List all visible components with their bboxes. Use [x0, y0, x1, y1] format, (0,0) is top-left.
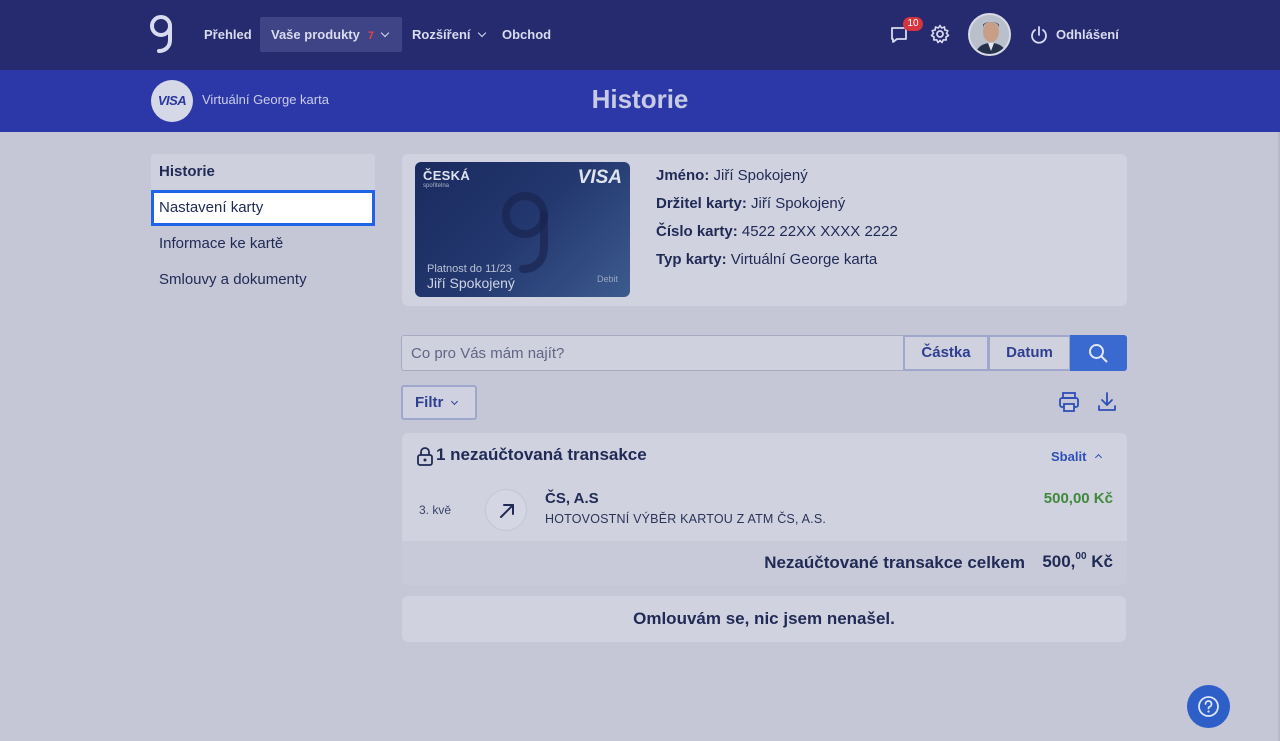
chevron-down-icon [451, 397, 459, 406]
info-number-label: Číslo karty: [656, 223, 738, 240]
info-type: Typ karty: Virtuální George karta [656, 251, 877, 268]
pending-total-currency: Kč [1086, 552, 1113, 571]
user-avatar-icon [970, 15, 1009, 54]
card-holder-name: Jiří Spokojený [427, 275, 515, 291]
search-input[interactable] [401, 335, 904, 371]
transaction-amount: 500,00 Kč [1043, 490, 1113, 507]
arrow-up-right-icon [500, 504, 514, 518]
sidebar-item-nastaveni-karty[interactable]: Nastavení karty [151, 190, 375, 226]
pending-total-row: Nezaúčtované transakce celkem 500,00 Kč [402, 541, 1127, 585]
collapse-button[interactable]: Sbalit [1051, 449, 1103, 464]
transaction-date: 3. kvě [419, 503, 452, 517]
help-button[interactable] [1187, 685, 1230, 728]
help-icon [1198, 696, 1219, 717]
card-bank-name: ČESKÁ [423, 168, 471, 183]
user-avatar[interactable] [968, 13, 1011, 56]
info-holder-value: Jiří Spokojený [751, 195, 846, 212]
pending-transactions-title: 1 nezaúčtovaná transakce [436, 445, 647, 464]
nav-obchod[interactable]: Obchod [502, 17, 551, 52]
search-icon [1089, 344, 1108, 363]
card-network-logo: VISA [577, 167, 622, 188]
print-icon[interactable] [1058, 391, 1080, 413]
chevron-down-icon [380, 28, 390, 38]
power-icon[interactable] [1030, 26, 1048, 44]
nav-prehled[interactable]: Přehled [204, 17, 252, 52]
nav-rozsireni[interactable]: Rozšíření [412, 17, 486, 52]
products-count-badge: 7 [367, 30, 374, 42]
card-info-panel: ČESKÁ spořitelna VISA Platnost do 11/23 … [402, 154, 1127, 306]
info-type-label: Typ karty: [656, 251, 727, 268]
info-name-value: Jiří Spokojený [713, 167, 808, 184]
logout-button[interactable]: Odhlášení [1056, 17, 1119, 52]
page-title: Historie [591, 84, 689, 114]
download-icon[interactable] [1097, 391, 1117, 413]
transaction-merchant: ČS, A.S [545, 490, 599, 507]
chevron-down-icon [477, 28, 486, 38]
filter-button-label: Filtr [415, 394, 444, 411]
date-filter-button[interactable]: Datum [988, 335, 1071, 371]
sidebar-item-informace-ke-karte[interactable]: Informace ke kartě [151, 226, 375, 262]
pending-total-cents: 00 [1075, 551, 1087, 563]
lock-icon [417, 447, 433, 466]
gear-icon[interactable] [930, 24, 950, 44]
nav-vase-produkty[interactable]: Vaše produkty 7 [260, 17, 402, 52]
info-holder: Držitel karty: Jiří Spokojený [656, 195, 845, 212]
transaction-description: HOTOVOSTNÍ VÝBĚR KARTOU Z ATM ČS, A.S. [545, 512, 827, 526]
info-type-value: Virtuální George karta [730, 251, 878, 268]
sidebar: Historie Nastavení karty Informace ke ka… [151, 154, 375, 298]
card-bank-subname: spořitelna [423, 183, 450, 189]
transaction-type-badge [485, 489, 527, 531]
pending-total-value: 500,00 Kč [1042, 551, 1113, 572]
card-kind: Debit [596, 274, 618, 284]
page-header: VISA Virtuální George karta Historie [0, 70, 1280, 132]
info-name: Jméno: Jiří Spokojený [656, 167, 808, 184]
sidebar-item-historie[interactable]: Historie [151, 154, 375, 190]
filter-button[interactable]: Filtr [401, 385, 477, 420]
sidebar-item-smlouvy-a-dokumenty[interactable]: Smlouvy a dokumenty [151, 262, 375, 298]
pending-total-label: Nezaúčtované transakce celkem [764, 553, 1025, 572]
pending-total-main: 500, [1042, 552, 1076, 571]
nav-vase-produkty-label: Vaše produkty [271, 27, 360, 42]
messages-count-badge: 10 [903, 17, 923, 31]
info-name-label: Jméno: [656, 167, 710, 184]
amount-filter-button[interactable]: Částka [903, 335, 989, 371]
george-logo-icon[interactable] [148, 14, 176, 54]
card-valid-thru: Platnost do 11/23 [427, 263, 512, 275]
collapse-button-label: Sbalit [1051, 449, 1087, 464]
pending-transactions-panel: 1 nezaúčtovaná transakce Sbalit 3. kvě Č… [402, 433, 1127, 585]
info-number: Číslo karty: 4522 22XX XXXX 2222 [656, 223, 898, 240]
top-navigation: Přehled Vaše produkty 7 Rozšíření Obchod … [0, 0, 1280, 70]
search-button[interactable] [1070, 335, 1127, 371]
nav-rozsireni-label: Rozšíření [412, 27, 471, 42]
empty-result-message: Omlouvám se, nic jsem nenašel. [402, 596, 1126, 642]
card-image: ČESKÁ spořitelna VISA Platnost do 11/23 … [415, 162, 630, 297]
info-number-value: 4522 22XX XXXX 2222 [741, 223, 898, 240]
chevron-up-icon [1095, 453, 1103, 462]
info-holder-label: Držitel karty: [656, 195, 747, 212]
